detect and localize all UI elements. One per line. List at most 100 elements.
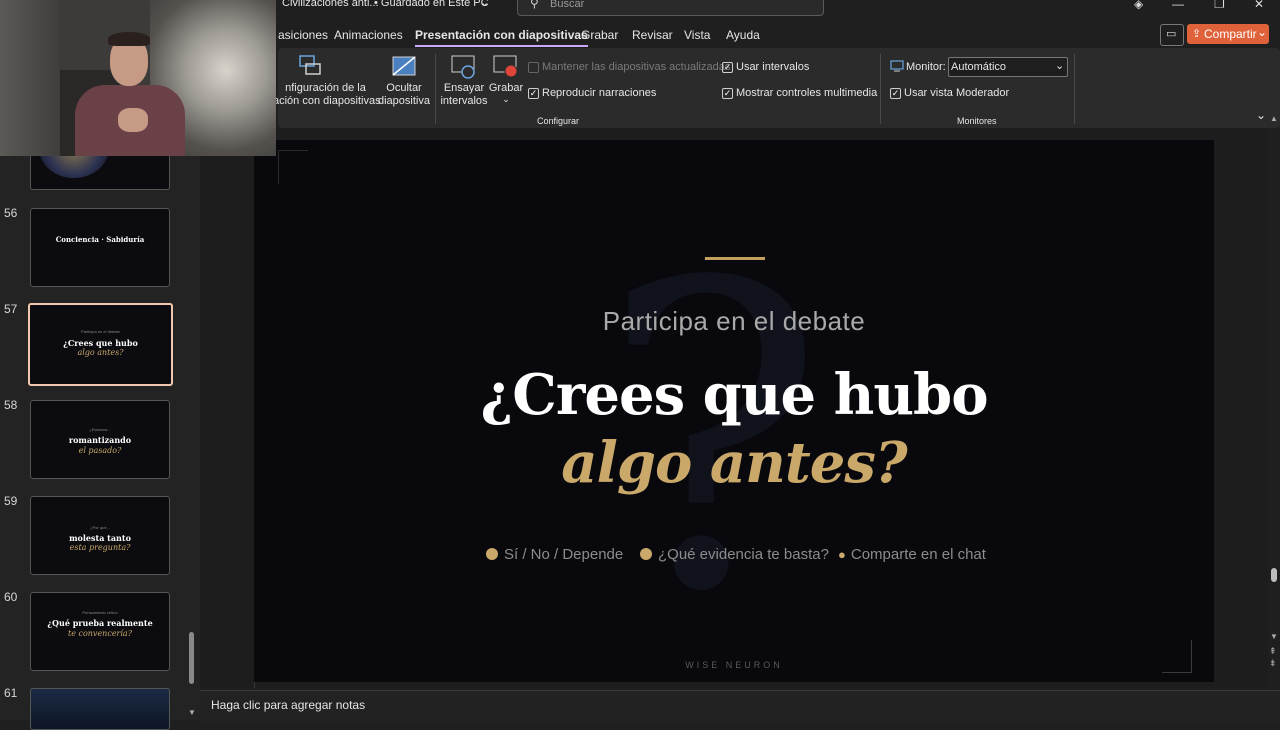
setup-label-1: nfiguración de la [285,82,366,94]
thumbnail-line1: ¿Crees que hubo [63,338,138,348]
option1-label: Sí / No / Depende [504,546,624,563]
slide-question-line1: ¿Crees que hubo [480,362,988,428]
thumbnail-line1: molesta tanto [69,533,131,543]
chevron-down-icon: ⌄ [1055,60,1065,72]
scroll-down-icon[interactable]: ▼ [1270,632,1278,641]
notes-placeholder: Haga clic para agregar notas [211,698,366,712]
person-hair [108,32,150,46]
slide-thumbnail[interactable]: Conciencia · Sabiduría [30,208,170,287]
minimize-icon[interactable]: — [1172,0,1184,11]
share-label: Compartir [1204,27,1257,41]
thumbnail-subtitle: ¿Estamos... [89,427,111,432]
setup-slideshow-button[interactable]: nfiguración de la ación con diapositivas [273,82,381,107]
setup-label-2: ación con diapositivas [273,95,381,107]
tab-help[interactable]: Ayuda [726,28,760,42]
thumbnail-title: Conciencia · Sabiduría [55,235,145,244]
close-icon[interactable]: ✕ [1254,0,1264,11]
slide-thumbnail[interactable] [30,688,170,730]
rehearse-label-2: intervalos [440,95,488,107]
option3-label: Comparte en el chat [850,546,986,563]
thumbnail-line1: romantizando [68,435,132,445]
document-name[interactable]: Civilizaciones anti... [282,0,379,9]
gold-dot-icon [486,548,498,560]
media-controls-label: Mostrar controles multimedia [736,87,878,99]
thumbnail-subtitle: Pensamiento crítico [82,610,118,615]
record-label: Grabar [488,82,524,94]
rehearse-timings-button[interactable]: Ensayar intervalos [436,82,492,107]
slide-subtitle: Participa en el debate [602,306,866,336]
hide-label-2: diapositiva [378,95,430,107]
divider [1074,54,1075,124]
restore-icon[interactable]: ❐ [1214,0,1225,11]
record-button[interactable]: Grabar ⌄ [488,82,524,105]
keep-updated-label: Mantener las diapositivas actualizadas [542,61,731,73]
tab-transitions[interactable]: asiciones [278,28,328,42]
ribbon: nfiguración de la ación con diapositivas… [273,48,1280,128]
tab-animations[interactable]: Animaciones [334,28,403,42]
person-hands [118,108,148,132]
use-timings-checkbox[interactable]: ✓ [722,62,733,73]
search-box[interactable]: ⚲ Buscar [517,0,824,16]
thumbnail-line1: ¿Qué prueba realmente [47,618,153,628]
keep-updated-checkbox[interactable] [528,62,539,73]
presenter-view-checkbox[interactable]: ✓ [890,88,901,99]
slide-thumbnail[interactable]: Pensamiento crítico ¿Qué prueba realment… [30,592,170,671]
comments-button[interactable]: ▭ [1160,24,1184,46]
corner-ornament [1162,672,1192,673]
thumbnail-scrollbar[interactable] [189,632,194,684]
group-monitors-label: Monitores [957,116,997,126]
scroll-up-icon[interactable]: ▲ [1270,114,1278,123]
slide-thumbnail-pane: 56 Conciencia · Sabiduría 57 Participa e… [0,128,200,730]
thumbnail-line2: te convencería? [67,629,132,638]
comment-icon: ▭ [1166,28,1177,40]
slide-number: 59 [4,494,18,508]
group-configure-label: Configurar [537,116,580,126]
collapse-ribbon-icon[interactable]: ⌄ [1256,108,1266,122]
thumbnail-subtitle: ¿Por qué... [90,525,110,530]
thumbnail-subtitle: Participa en el debate [81,329,120,334]
tab-review[interactable]: Revisar [632,28,673,42]
slide-number: 58 [4,398,18,412]
media-controls-checkbox[interactable]: ✓ [722,88,733,99]
scroll-down-icon[interactable]: ▼ [188,708,196,717]
slideshow-setup-icon [299,55,321,75]
share-button[interactable]: ⇪ Compartir ⌄ [1187,24,1269,44]
monitor-select[interactable]: Automático ⌄ [948,57,1068,77]
monitor-value: Automático [951,61,1007,73]
corner-ornament [278,150,308,151]
option2-label: ¿Qué evidencia te basta? [658,546,829,563]
slide-thumbnail[interactable]: ¿Estamos... romantizando el pasado? [30,400,170,479]
tab-view[interactable]: Vista [684,28,710,42]
search-placeholder: Buscar [550,0,585,10]
search-icon: ⚲ [530,0,539,10]
scroll-thumb[interactable] [1271,568,1277,582]
slide-question-line2: algo antes? [561,430,907,496]
play-narrations-label: Reproducir narraciones [542,87,657,99]
tab-slideshow[interactable]: Presentación con diapositivas [415,28,588,47]
divider [880,54,881,124]
copilot-icon[interactable]: ◈ [1134,0,1143,11]
save-status[interactable]: • Guardado en Este PC [374,0,489,9]
presenter-view-label: Usar vista Moderador [904,87,1010,99]
tab-record[interactable]: Grabar [581,28,618,42]
slide-number: 56 [4,206,18,220]
thumbnail-line2: el pasado? [78,446,122,455]
hide-slide-button[interactable]: Ocultar diapositiva [374,82,434,107]
wall [0,0,60,156]
chat-bubble-icon: ● [838,547,846,562]
chevron-down-icon[interactable]: ⌄ [480,0,489,9]
notes-pane[interactable]: Haga clic para agregar notas [200,690,1280,721]
gold-dot-icon [640,548,652,560]
slide-number: 61 [4,686,18,700]
previous-slide-icon[interactable]: ⇞ [1269,646,1277,657]
slide-thumbnail[interactable]: ¿Por qué... molesta tanto esta pregunta? [30,496,170,575]
slide-number: 60 [4,590,18,604]
webcam-overlay [0,0,276,156]
hide-label-1: Ocultar [386,82,422,94]
next-slide-icon[interactable]: ⇟ [1269,658,1277,669]
slide-thumbnail-selected[interactable]: Participa en el debate ¿Crees que hubo a… [28,303,173,386]
vertical-scrollbar[interactable]: ▲ ▼ ⇞ ⇟ [1268,114,1280,688]
option-yes-no: Sí / No / Depende [486,546,623,563]
rehearse-label-1: Ensayar [443,82,485,94]
play-narrations-checkbox[interactable]: ✓ [528,88,539,99]
